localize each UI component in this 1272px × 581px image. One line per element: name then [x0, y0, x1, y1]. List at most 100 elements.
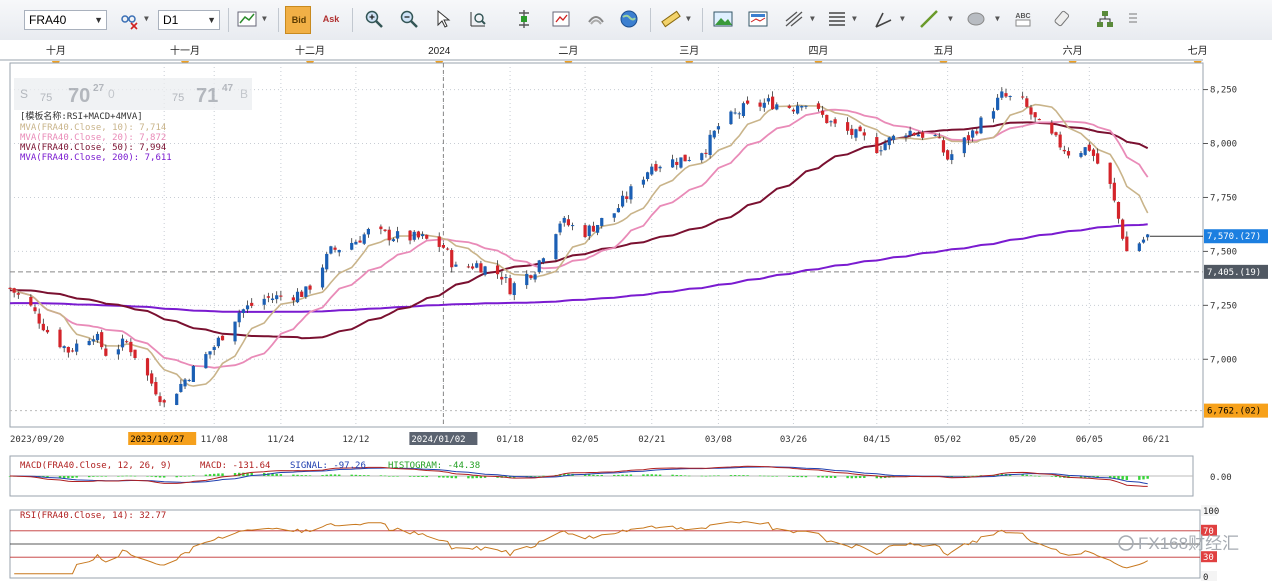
candle-up: [91, 339, 95, 342]
macd-histogram-bar: [1038, 476, 1041, 477]
toolbar-divider: [702, 8, 703, 32]
chart-area[interactable]: 十月 十一月 十二月 2024 二月 三月 四月 五月 六月 七月 8,250 8,000 7,750…: [0, 40, 1272, 581]
macd-histogram-bar: [408, 476, 412, 477]
ask-icon[interactable]: Ask: [320, 8, 342, 30]
zoom-fit-icon[interactable]: [467, 8, 489, 30]
auto-scroll-icon[interactable]: [550, 8, 572, 30]
candle-up: [879, 150, 883, 152]
macd-histogram-bar: [117, 476, 120, 477]
macd-histogram-bar: [967, 476, 970, 477]
legend-mva200: MVA(FRA40.Close, 200): 7,611: [20, 153, 172, 163]
candle-up: [716, 126, 721, 130]
candle-down: [937, 137, 941, 139]
candle-down: [29, 296, 33, 306]
candle-down: [145, 358, 150, 376]
candle-down: [975, 131, 979, 134]
chart-type-icon[interactable]: [236, 8, 258, 30]
candle-up: [245, 305, 250, 310]
candle-up: [241, 309, 245, 314]
chevron-down-icon[interactable]: ▼: [686, 14, 691, 23]
candle-up: [183, 379, 187, 387]
chevron-down-icon[interactable]: ▼: [144, 14, 149, 23]
macd-histogram-bar: [162, 476, 166, 478]
chart-shift-icon[interactable]: [585, 8, 607, 30]
chevron-down-icon[interactable]: ▼: [810, 14, 815, 23]
zoom-in-icon[interactable]: [363, 8, 385, 30]
macd-label: MACD(FRA40.Close, 12, 26, 9): [20, 461, 172, 471]
ruler-icon[interactable]: [660, 8, 682, 30]
macd-histogram-bar: [96, 476, 99, 477]
lines-icon[interactable]: [826, 8, 848, 30]
ellipse-icon[interactable]: [965, 8, 987, 30]
pen-icon[interactable]: [873, 8, 895, 30]
macd-histogram-bar: [717, 475, 720, 476]
cursor-icon[interactable]: [433, 8, 455, 30]
macd-histogram-bar: [187, 475, 191, 477]
candle-up: [275, 295, 279, 300]
candle-up: [996, 97, 1000, 110]
candle-down: [100, 332, 104, 348]
bid-icon[interactable]: Bid: [285, 6, 311, 34]
candle-up: [420, 234, 425, 237]
bid-big: 70: [68, 85, 90, 107]
chevron-down-icon[interactable]: ▼: [995, 14, 1000, 23]
indicator-icon[interactable]: [118, 8, 140, 30]
low-price-badge: 6,762.(02): [1207, 407, 1261, 417]
quote-panel: S 75 70 27 0 75 71 47 B: [14, 78, 252, 110]
globe-icon[interactable]: [618, 8, 640, 30]
chevron-down-icon[interactable]: ▼: [852, 14, 857, 23]
text-icon[interactable]: ABC: [1012, 8, 1034, 30]
macd-histogram-bar: [533, 476, 537, 477]
macd-histogram-bar: [804, 476, 808, 478]
macd-histogram-bar: [596, 474, 599, 476]
ask-big: 71: [196, 85, 218, 107]
network-icon[interactable]: [1094, 8, 1116, 30]
candle-up: [962, 137, 966, 154]
candle-up: [1146, 234, 1150, 238]
candle-up: [391, 239, 395, 242]
macd-histogram-bar: [742, 475, 745, 476]
candle-up: [979, 117, 983, 134]
candle-up: [650, 166, 654, 175]
candle-down: [441, 244, 445, 248]
timeframe-select[interactable]: D1 ▼: [158, 10, 220, 30]
candle-up: [212, 346, 216, 350]
candle-down: [250, 302, 254, 306]
macd-histogram-bar: [292, 474, 295, 476]
zoom-out-icon[interactable]: [398, 8, 420, 30]
macd-histogram-bar: [179, 476, 183, 477]
chevron-down-icon[interactable]: ▼: [262, 14, 267, 23]
macd-histogram-bar: [425, 476, 428, 478]
candle-up: [175, 393, 179, 406]
template-icon[interactable]: [747, 8, 769, 30]
macd-histogram-bar: [846, 476, 849, 479]
macd-histogram-bar: [158, 476, 162, 478]
candle-up: [971, 130, 975, 138]
candle-down: [583, 225, 587, 238]
candle-down: [308, 285, 312, 290]
candle-down: [1021, 96, 1025, 98]
date-label: 02/05: [572, 435, 599, 445]
candle-down: [862, 132, 866, 136]
image-icon[interactable]: [712, 8, 734, 30]
crosshair-icon[interactable]: [513, 8, 535, 30]
candle-up: [475, 263, 479, 268]
candle-up: [762, 102, 766, 108]
macd-histogram-bar: [775, 476, 778, 477]
candle-up: [562, 217, 566, 223]
symbol-select[interactable]: FRA40 ▼: [24, 10, 107, 30]
macd-histogram-bar: [383, 475, 387, 477]
scroll-icon[interactable]: [1126, 8, 1140, 30]
candle-down: [566, 219, 571, 226]
macd-histogram-bar: [67, 476, 70, 479]
chevron-down-icon[interactable]: ▼: [900, 14, 905, 23]
trendline-icon[interactable]: [918, 8, 940, 30]
macd-histogram-bar: [396, 476, 399, 477]
macd-histogram-bar: [350, 474, 353, 476]
candle-down: [1004, 93, 1008, 97]
candle-down: [133, 349, 137, 358]
chevron-down-icon[interactable]: ▼: [948, 14, 953, 23]
fibonacci-icon[interactable]: [783, 8, 805, 30]
eraser-icon[interactable]: [1053, 8, 1075, 30]
macd-histogram-bar: [658, 474, 662, 476]
